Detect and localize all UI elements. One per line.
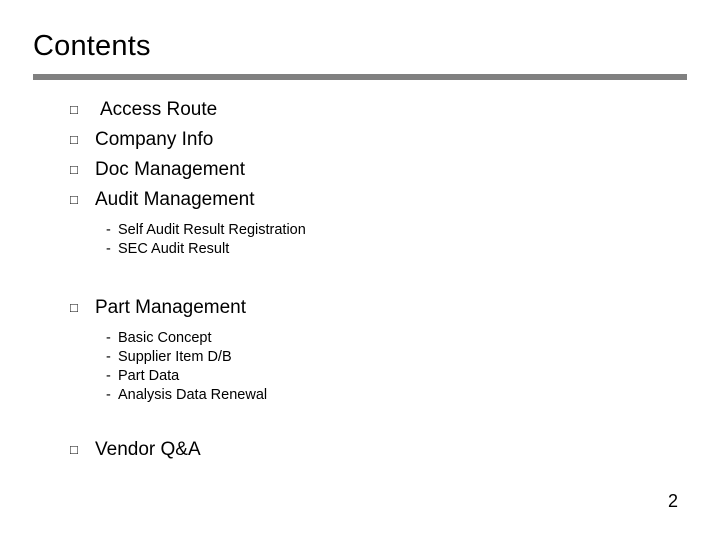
list-item-label: Audit Management [95, 189, 255, 210]
list-item: □ Doc Management [0, 155, 720, 185]
dash-bullet-icon: - [106, 330, 111, 346]
list-item-label: Doc Management [95, 159, 245, 180]
contents-list: □ Access Route □ Company Info □ Doc Mana… [0, 95, 720, 465]
list-item: □ Part Management [0, 293, 720, 323]
dash-bullet-icon: - [106, 368, 111, 384]
square-bullet-icon: □ [70, 192, 78, 207]
sub-list-item-label: SEC Audit Result [118, 241, 230, 257]
sub-list-item-label: Part Data [118, 368, 180, 384]
sub-list-item-label: Supplier Item D/B [118, 349, 232, 365]
sub-list: - Basic Concept - Supplier Item D/B - Pa… [0, 329, 720, 405]
sub-list-item: - Supplier Item D/B [0, 348, 720, 367]
dash-bullet-icon: - [106, 387, 111, 403]
sub-list-item: - Part Data [0, 367, 720, 386]
dash-bullet-icon: - [106, 241, 111, 257]
square-bullet-icon: □ [70, 300, 78, 315]
dash-bullet-icon: - [106, 349, 111, 365]
sub-list-item: - Basic Concept [0, 329, 720, 348]
sub-list-item: - Self Audit Result Registration [0, 221, 720, 240]
list-item-label: Part Management [95, 297, 247, 318]
list-item: □ Audit Management [0, 185, 720, 215]
list-item: □ Company Info [0, 125, 720, 155]
list-item: □ Access Route [0, 95, 720, 125]
list-item-label: Vendor Q&A [95, 439, 201, 460]
slide: Contents □ Access Route □ Company Info □… [0, 0, 720, 540]
title-divider [33, 74, 687, 80]
square-bullet-icon: □ [70, 162, 78, 177]
list-item: □ Vendor Q&A [0, 435, 720, 465]
sub-list-item: - Analysis Data Renewal [0, 386, 720, 405]
square-bullet-icon: □ [70, 442, 78, 457]
sub-list-item-label: Basic Concept [118, 330, 212, 346]
square-bullet-icon: □ [70, 132, 78, 147]
list-item-label: Access Route [100, 99, 218, 120]
dash-bullet-icon: - [106, 222, 111, 238]
sub-list-item: - SEC Audit Result [0, 240, 720, 259]
sub-list-item-label: Analysis Data Renewal [118, 387, 268, 403]
page-number: 2 [667, 491, 678, 511]
sub-list-item-label: Self Audit Result Registration [118, 222, 306, 238]
sub-list: - Self Audit Result Registration - SEC A… [0, 221, 720, 259]
square-bullet-icon: □ [70, 102, 78, 117]
list-item-label: Company Info [95, 129, 214, 150]
page-title: Contents [33, 30, 151, 62]
